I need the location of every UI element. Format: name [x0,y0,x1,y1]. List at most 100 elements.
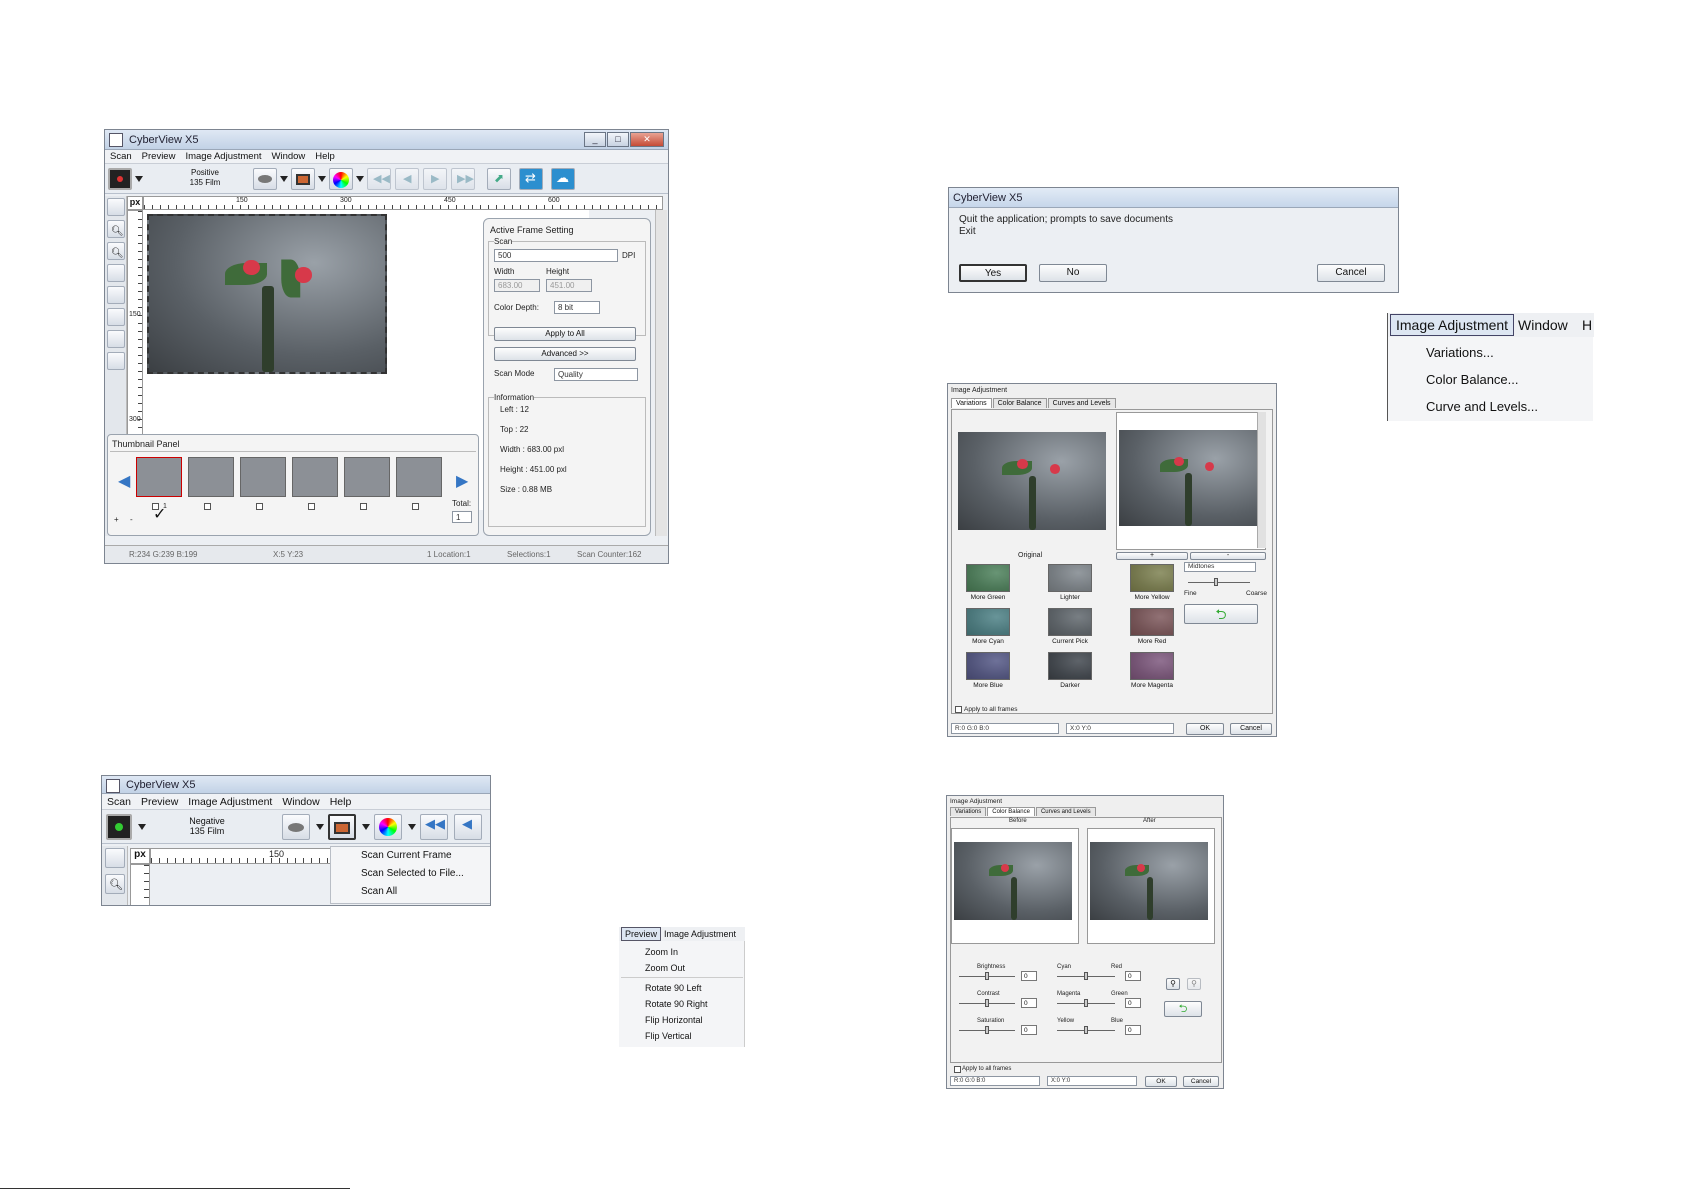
menu-preview[interactable]: Preview [137,150,181,163]
zoom-in-button[interactable]: ⚲ [1166,978,1180,990]
menu-window[interactable]: Window [267,150,311,163]
value-spinner[interactable]: 0 [1125,971,1141,981]
menu-image-adjustment-active[interactable]: Image Adjustment [1390,314,1515,336]
menu-item-flip-horizontal[interactable]: Flip Horizontal [645,1015,703,1025]
thumb-add-button[interactable]: + [114,515,119,524]
tab-variations[interactable]: Variations [950,807,987,816]
color-dropdown-icon[interactable] [356,176,364,182]
apply-all-button[interactable]: Apply to All [494,327,636,341]
thumb-checkbox[interactable] [204,503,211,510]
menu-help[interactable]: Help [310,150,340,163]
thumb-next-icon[interactable]: ▶ [456,471,468,491]
thumbnail-empty[interactable] [344,457,390,497]
preview-scrollbar[interactable] [1257,412,1266,548]
thumb-checkbox[interactable] [308,503,315,510]
maximize-button[interactable]: □ [607,132,629,147]
preview-eye-button[interactable] [282,814,310,840]
preview-dropdown-icon[interactable] [316,824,324,830]
apply-all-checkbox[interactable] [954,1066,961,1073]
preview-eye-button[interactable] [253,168,277,190]
color-wheel-button[interactable] [329,168,353,190]
tab-variations[interactable]: Variations [951,398,992,408]
thumb-prev-icon[interactable]: ◀ [118,471,130,491]
zoom-out-button[interactable]: ⚲ [1187,978,1201,990]
film-holder-button[interactable] [108,168,132,190]
thumb-checkbox[interactable] [412,503,419,510]
menu-preview[interactable]: Preview [136,794,183,809]
menu-item-scan-selected-to-file[interactable]: Scan Selected to File... [331,865,490,883]
menu-item-flip-vertical[interactable]: Flip Vertical [645,1031,692,1041]
menu-item-curve-and-levels[interactable]: Curve and Levels... [1426,399,1538,414]
zoom-in-tool-button[interactable]: 🔍︎ [107,220,125,238]
apply-all-checkbox[interactable] [955,706,962,713]
menu-help[interactable]: Help [325,794,357,809]
menu-scan[interactable]: Scan [105,150,137,163]
advanced-button[interactable]: Advanced >> [494,347,636,361]
value-spinner[interactable]: 0 [1125,998,1141,1008]
cancel-button[interactable]: Cancel [1317,264,1385,282]
first-frame-button[interactable]: ◀◀ [367,168,391,190]
menu-item-rotate-90-left[interactable]: Rotate 90 Left [645,983,702,993]
value-spinner[interactable]: 0 [1125,1025,1141,1035]
scan-button[interactable] [328,814,356,840]
reset-button[interactable]: ⮌ [1164,1001,1202,1017]
flip-v-tool-button[interactable] [107,330,125,348]
thumbnail-empty[interactable] [188,457,234,497]
minimize-button[interactable]: _ [584,132,606,147]
thumbnail-empty[interactable] [292,457,338,497]
variation-thumb[interactable] [1048,652,1092,680]
thumb-checkbox[interactable]: ✓ [152,503,166,523]
preview-photo[interactable] [147,214,387,374]
menu-image-adjustment[interactable]: Image Adjustment [664,927,736,941]
tab-color-balance[interactable]: Color Balance [987,807,1035,816]
menu-window[interactable]: Window [1518,313,1568,337]
tone-range-select[interactable]: Midtones [1184,562,1256,572]
color-dropdown-icon[interactable] [408,824,416,830]
color-depth-select[interactable]: 8 bit [554,301,600,314]
zoom-out-tool-button[interactable]: 🔍︎ [107,242,125,260]
menu-item-rotate-90-right[interactable]: Rotate 90 Right [645,999,708,1009]
variation-thumb[interactable] [1048,608,1092,636]
prev-frame-button[interactable]: ◀ [454,814,482,840]
refresh-button[interactable]: ⇄ [519,168,543,190]
value-spinner[interactable]: 0 [1021,1025,1037,1035]
reset-tool-button[interactable] [107,352,125,370]
thumb-checkbox[interactable] [360,503,367,510]
menu-preview-active[interactable]: Preview [621,927,662,941]
height-field[interactable]: 451.00 [546,279,592,292]
film-dropdown-icon[interactable] [138,824,146,830]
thumbnail-empty[interactable] [396,457,442,497]
tab-color-balance[interactable]: Color Balance [992,398,1047,408]
variation-thumb[interactable] [966,608,1010,636]
menu-scan[interactable]: Scan [102,794,136,809]
menu-help-partial[interactable]: H [1582,313,1592,337]
select-tool-button[interactable] [107,198,125,216]
last-frame-button[interactable]: ▶▶ [451,168,475,190]
zoom-in-tool-button[interactable]: 🔍︎ [105,874,125,894]
scan-mode-select[interactable]: Quality [554,368,638,381]
ok-button[interactable]: OK [1186,723,1224,735]
next-frame-button[interactable]: ▶ [423,168,447,190]
scan-dropdown-icon[interactable] [318,176,326,182]
title-bar[interactable]: CyberView X5 [102,776,490,794]
value-spinner[interactable]: 0 [1021,971,1037,981]
cancel-button[interactable]: Cancel [1183,1076,1219,1087]
slider-thumb[interactable] [1214,578,1218,586]
menu-item-scan-current-frame[interactable]: Scan Current Frame [331,847,490,865]
minus-button[interactable]: - [1190,552,1266,560]
menu-item-zoom-in[interactable]: Zoom In [645,947,678,957]
yes-button[interactable]: Yes [959,264,1027,282]
color-wheel-button[interactable] [374,814,402,840]
eject-button[interactable]: ⬈ [487,168,511,190]
tab-curves-levels[interactable]: Curves and Levels [1047,398,1116,408]
slider-thumb[interactable] [985,999,989,1007]
variation-thumb[interactable] [1130,608,1174,636]
ok-button[interactable]: OK [1145,1076,1177,1087]
menu-item-color-balance[interactable]: Color Balance... [1426,372,1519,387]
slider-thumb[interactable] [1084,972,1088,980]
title-bar[interactable]: CyberView X5 _ □ ✕ [105,130,668,150]
menu-item-variations[interactable]: Variations... [1426,345,1494,360]
dpi-select[interactable]: 500 [494,249,618,262]
variation-thumb[interactable] [1130,652,1174,680]
cancel-button[interactable]: Cancel [1230,723,1272,735]
